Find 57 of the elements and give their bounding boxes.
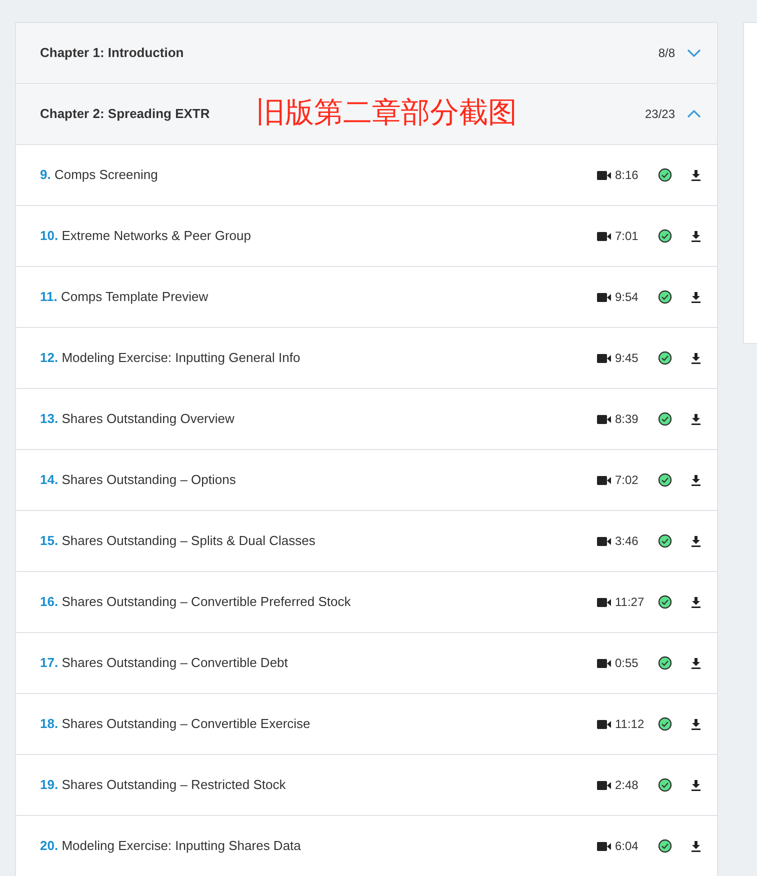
lesson-title[interactable]: 14. Shares Outstanding – Options xyxy=(40,470,236,490)
lesson-title[interactable]: 9. Comps Screening xyxy=(40,165,158,185)
video-camera-icon xyxy=(597,170,611,180)
chapter-header[interactable]: Chapter 1: Introduction 8/8 xyxy=(16,23,717,84)
video-camera-icon xyxy=(597,598,611,606)
lesson-duration: 2:48 xyxy=(615,777,640,794)
download-icon[interactable] xyxy=(691,230,701,242)
download-icon[interactable] xyxy=(691,414,701,424)
annotation-text: 旧版第二章部分截图 xyxy=(256,96,517,132)
lesson-duration: 9:45 xyxy=(615,350,640,367)
lesson-duration: 11:12 xyxy=(615,716,643,733)
download-icon[interactable] xyxy=(691,292,701,302)
download-icon[interactable] xyxy=(691,536,701,546)
chevron-down-icon[interactable] xyxy=(687,49,701,57)
video-camera-icon xyxy=(597,476,611,484)
lesson-title[interactable]: 19. Shares Outstanding – Restricted Stock xyxy=(40,775,286,795)
download-icon[interactable] xyxy=(691,170,701,180)
chapter-title: Chapter 2: Spreading EXTR xyxy=(40,105,210,124)
chevron-up-icon[interactable] xyxy=(687,110,701,118)
lesson-title[interactable]: 15. Shares Outstanding – Splits & Dual Classes xyxy=(40,531,316,551)
download-icon[interactable] xyxy=(691,596,701,608)
lesson-duration: 7:01 xyxy=(615,228,640,245)
video-camera-icon xyxy=(597,780,611,790)
video-camera-icon xyxy=(597,720,611,728)
chapter-header[interactable]: Chapter 2: Spreading EXTR 旧版第二章部分截图 23/23 xyxy=(16,84,717,145)
video-camera-icon xyxy=(597,292,611,302)
lesson-duration: 8:16 xyxy=(615,167,640,184)
video-camera-icon xyxy=(597,536,611,546)
download-icon[interactable] xyxy=(691,352,701,364)
lesson-duration: 8:39 xyxy=(615,411,640,428)
video-camera-icon xyxy=(597,354,611,362)
lesson-duration: 11:27 xyxy=(615,594,643,611)
lesson-title[interactable]: 12. Modeling Exercise: Inputting General Info xyxy=(40,348,300,368)
download-icon[interactable] xyxy=(691,780,701,790)
download-icon[interactable] xyxy=(691,658,701,668)
lesson-duration: 9:54 xyxy=(615,289,640,306)
lesson-title[interactable]: 16. Shares Outstanding – Convertible Preferred Stock xyxy=(40,592,351,612)
download-icon[interactable] xyxy=(691,840,701,852)
video-camera-icon xyxy=(597,658,611,668)
lesson-title[interactable]: 10. Extreme Networks & Peer Group xyxy=(40,226,251,246)
download-icon[interactable] xyxy=(691,474,701,486)
lesson-count: 8/8 xyxy=(658,45,675,62)
chapter-title: Chapter 1: Introduction xyxy=(40,44,184,62)
lesson-duration: 3:46 xyxy=(615,533,640,550)
lesson-count: 23/23 xyxy=(644,106,675,123)
lesson-duration: 0:55 xyxy=(615,655,640,672)
lesson-title[interactable]: 13. Shares Outstanding Overview xyxy=(40,409,234,429)
lesson-duration: 7:02 xyxy=(615,472,640,489)
lesson-title[interactable]: 11. Comps Template Preview xyxy=(40,287,208,307)
lesson-duration: 6:04 xyxy=(615,838,640,855)
lesson-title[interactable]: 17. Shares Outstanding – Convertible Debt xyxy=(40,653,288,673)
video-camera-icon xyxy=(597,232,611,240)
video-camera-icon xyxy=(597,842,611,850)
download-icon[interactable] xyxy=(691,718,701,730)
lesson-title[interactable]: 18. Shares Outstanding – Convertible Exercise xyxy=(40,714,310,734)
video-camera-icon xyxy=(597,414,611,424)
lesson-title[interactable]: 20. Modeling Exercise: Inputting Shares Data xyxy=(40,836,301,856)
